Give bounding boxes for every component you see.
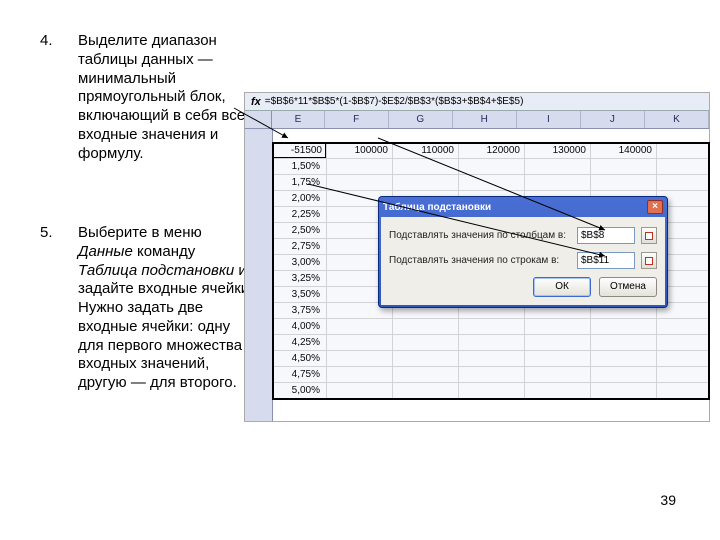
dialog-titlebar[interactable]: Таблица подстановки ×	[379, 197, 667, 217]
page-number: 39	[660, 492, 676, 508]
col-H[interactable]: H	[453, 111, 517, 128]
table-row: 4,25%	[273, 335, 709, 351]
formula-text: =$B$6*11*$B$5*(1-$B$7)-$E$2/$B$3*($B$3+$…	[265, 96, 524, 107]
ok-button[interactable]: ОК	[533, 277, 591, 297]
step-4-text: Выделите диапазон таблицы данных — миним…	[78, 32, 258, 163]
table-row: 1,50%	[273, 159, 709, 175]
table-row: -51500 100000 110000 120000 130000 14000…	[273, 143, 709, 159]
dlg-label-rows: Подставлять значения по строкам в:	[389, 255, 571, 266]
table-row: 1,75%	[273, 175, 709, 191]
table-row: 5,00%	[273, 383, 709, 399]
row-headers	[245, 129, 273, 421]
ref-picker-rows[interactable]	[641, 252, 657, 269]
input-cols[interactable]: $B$8	[577, 227, 635, 244]
table-row: 4,75%	[273, 367, 709, 383]
col-G[interactable]: G	[389, 111, 453, 128]
col-J[interactable]: J	[581, 111, 645, 128]
table-row: 4,50%	[273, 351, 709, 367]
dialog-title: Таблица подстановки	[383, 202, 491, 213]
ref-picker-cols[interactable]	[641, 227, 657, 244]
col-E[interactable]: E	[272, 111, 324, 128]
step-number-4: 4.	[40, 32, 53, 49]
fx-label: fx	[251, 96, 261, 108]
input-rows[interactable]: $B$11	[577, 252, 635, 269]
dialog-table-substitution: Таблица подстановки × Подставлять значен…	[378, 196, 668, 308]
col-K[interactable]: K	[645, 111, 709, 128]
col-I[interactable]: I	[517, 111, 581, 128]
formula-bar: fx =$B$6*11*$B$5*(1-$B$7)-$E$2/$B$3*($B$…	[245, 93, 709, 111]
table-row: 4,00%	[273, 319, 709, 335]
step-number-5: 5.	[40, 224, 53, 241]
cancel-button[interactable]: Отмена	[599, 277, 657, 297]
column-headers: E F G H I J K	[245, 111, 709, 129]
close-icon[interactable]: ×	[647, 200, 663, 214]
col-F[interactable]: F	[325, 111, 389, 128]
step-5-text: Выберите в меню Данные команду Таблица п…	[78, 224, 258, 393]
dlg-label-cols: Подставлять значения по столбцам в:	[389, 230, 571, 241]
